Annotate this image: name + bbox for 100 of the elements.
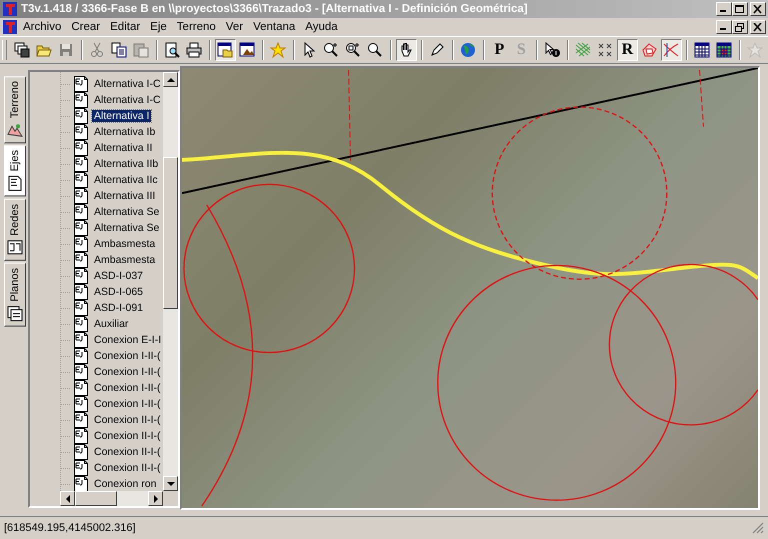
crossing-lines-button[interactable] xyxy=(660,39,682,61)
tree-item[interactable]: Conexion II-I-( xyxy=(92,430,163,442)
document-icon xyxy=(73,252,89,268)
windows-stack-icon xyxy=(14,42,30,58)
scrollbar-thumb[interactable] xyxy=(75,491,117,506)
tree-item[interactable]: Alternativa Se xyxy=(92,222,162,234)
document-icon xyxy=(73,76,89,92)
document-app-icon[interactable] xyxy=(2,19,18,35)
document-icon xyxy=(73,268,89,284)
horizontal-scrollbar[interactable] xyxy=(60,491,164,506)
tree-item[interactable]: Conexion I-II-( xyxy=(92,382,163,394)
document-icon xyxy=(73,380,89,396)
scroll-right-button[interactable] xyxy=(148,491,164,506)
tree-item[interactable]: ASD-I-065 xyxy=(92,286,146,298)
menu-item[interactable]: Crear xyxy=(66,21,106,33)
star-outline-icon xyxy=(747,42,764,58)
tree-item[interactable]: Alternativa III xyxy=(92,190,158,202)
menu-item[interactable]: Editar xyxy=(105,21,146,33)
minimize-button[interactable] xyxy=(716,2,732,16)
menu-item[interactable]: Ver xyxy=(220,21,248,33)
resize-grip-icon[interactable] xyxy=(752,522,764,534)
scroll-down-button[interactable] xyxy=(163,476,178,491)
window-folder-icon xyxy=(217,42,234,58)
copy-icon xyxy=(111,42,128,58)
hatch-icon xyxy=(575,42,592,58)
document-icon xyxy=(73,444,89,460)
tree-item[interactable]: Alternativa IIb xyxy=(92,158,160,170)
tree-item[interactable]: Alternativa Se xyxy=(92,206,162,218)
tree-item[interactable]: ASD-I-037 xyxy=(92,270,146,282)
menu-item[interactable]: Terreno xyxy=(172,21,221,33)
tree-item[interactable]: Alternativa I xyxy=(92,110,152,122)
menu-item[interactable]: Eje xyxy=(145,21,172,33)
vertical-scrollbar[interactable] xyxy=(163,72,178,491)
scroll-up-button[interactable] xyxy=(163,72,178,87)
close-icon xyxy=(753,22,763,32)
document-icon xyxy=(73,284,89,300)
tree-item[interactable]: Ambasmesta xyxy=(92,238,158,250)
menu-item[interactable]: Ayuda xyxy=(300,21,343,33)
side-tab[interactable]: Redes xyxy=(4,198,26,260)
restore-icon xyxy=(735,22,745,32)
app-icon xyxy=(2,1,18,17)
tree-item[interactable]: Conexion ron xyxy=(92,478,158,490)
scroll-left-button[interactable] xyxy=(60,491,75,506)
tree-item[interactable]: Conexion I-II-( xyxy=(92,366,163,378)
save-icon xyxy=(58,42,74,58)
tree-item[interactable]: Conexion II-I-( xyxy=(92,462,163,474)
document-icon xyxy=(73,396,89,412)
network-document-icon xyxy=(7,240,23,256)
menu-item[interactable]: Ventana xyxy=(248,21,300,33)
document-icon xyxy=(73,332,89,348)
close-icon xyxy=(753,4,763,14)
tree-item[interactable]: ASD-I-091 xyxy=(92,302,146,314)
document-icon xyxy=(73,428,89,444)
child-restore-button[interactable] xyxy=(732,20,748,34)
document-icon xyxy=(73,476,89,491)
polygon-icon xyxy=(641,42,658,58)
document-icon xyxy=(73,172,89,188)
minimize-icon xyxy=(720,10,726,12)
tree-item[interactable]: Alternativa II xyxy=(92,142,154,154)
letter-button[interactable]: R xyxy=(616,39,638,61)
tree-item[interactable]: Conexion I-II-( xyxy=(92,350,163,362)
tree-item[interactable]: Ambasmesta xyxy=(92,254,158,266)
print-preview-icon xyxy=(164,42,180,58)
cut-icon xyxy=(89,42,106,58)
tree-item[interactable]: Conexion II-I-( xyxy=(92,414,163,426)
window-folder-button[interactable] xyxy=(214,39,236,61)
close-button[interactable] xyxy=(750,2,766,16)
zoom-icon xyxy=(367,42,384,58)
tree-item[interactable]: Auxiliar xyxy=(92,318,130,330)
document-icon xyxy=(7,176,23,192)
document-icon xyxy=(73,220,89,236)
document-icon xyxy=(73,204,89,220)
document-icon xyxy=(73,412,89,428)
sheets-icon xyxy=(7,305,23,322)
child-close-button[interactable] xyxy=(750,20,766,34)
tree-item[interactable]: Alternativa I-C xyxy=(92,94,163,106)
scrollbar-thumb[interactable] xyxy=(163,157,178,309)
maximize-icon xyxy=(735,4,745,14)
side-tab[interactable]: Planos xyxy=(4,262,26,326)
tree-item[interactable]: Conexion E-I-I xyxy=(92,334,164,346)
globe-icon xyxy=(460,42,476,58)
child-minimize-button[interactable] xyxy=(716,20,732,34)
hand-button[interactable] xyxy=(396,39,417,61)
tree-item[interactable]: Conexion II-I-( xyxy=(92,446,163,458)
maximize-button[interactable] xyxy=(732,2,748,16)
tree-item[interactable]: Conexion I-II-( xyxy=(92,398,163,410)
tree-item[interactable]: Alternativa I-C xyxy=(92,78,163,90)
menu-item[interactable]: Archivo xyxy=(18,21,66,33)
side-tab[interactable]: Ejes xyxy=(4,145,26,197)
letter-button[interactable]: P xyxy=(488,39,510,61)
tree-item[interactable]: Alternativa Ib xyxy=(92,126,158,138)
picture-icon xyxy=(239,42,256,58)
up-arrow-icon xyxy=(166,78,175,82)
tree-item[interactable]: Alternativa IIc xyxy=(92,174,160,186)
coordinates-readout: [618549.195,4145002.316] xyxy=(4,522,136,534)
cross-marks-icon xyxy=(597,42,614,58)
document-icon xyxy=(73,108,89,124)
side-tab[interactable]: Terreno xyxy=(4,76,26,144)
color-table-icon xyxy=(716,42,732,58)
down-arrow-icon xyxy=(166,482,175,486)
